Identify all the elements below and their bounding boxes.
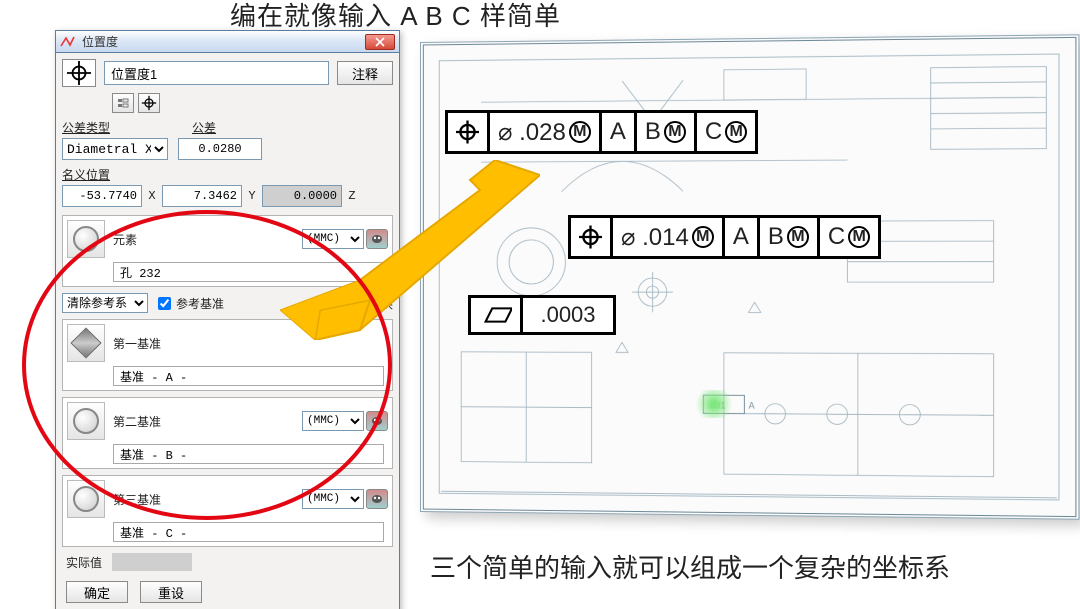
cs-transform-checkbox[interactable]: 坐标变换 bbox=[323, 294, 393, 313]
blueprint-drawing: .001 A bbox=[420, 34, 1079, 519]
datum1-name-input[interactable] bbox=[113, 366, 384, 386]
datum2-options-button[interactable] bbox=[366, 411, 388, 431]
close-button[interactable] bbox=[365, 34, 395, 50]
element-name-input[interactable] bbox=[113, 262, 384, 282]
fcf-position-1: ⌀ .028M A BM CM bbox=[445, 110, 758, 154]
titlebar: 位置度 bbox=[56, 31, 399, 53]
mmc-modifier-icon: M bbox=[848, 226, 870, 248]
toolbar-position-icon[interactable] bbox=[138, 93, 160, 113]
tolerance-type-label: 公差类型 bbox=[62, 119, 182, 136]
position-symbol-icon bbox=[448, 113, 490, 151]
dialog-title: 位置度 bbox=[82, 33, 365, 50]
datum2-frame: 第二基准 (MMC) bbox=[62, 397, 393, 469]
datum3-frame: 第三基准 (MMC) bbox=[62, 475, 393, 547]
fcf3-value-cell: .0003 bbox=[523, 298, 613, 332]
clear-reference-select[interactable]: 清除参考系 bbox=[62, 293, 148, 313]
circle-icon bbox=[73, 408, 99, 434]
fcf2-tolerance-cell: ⌀ .014M bbox=[613, 218, 725, 256]
actual-value-box bbox=[112, 553, 192, 571]
tolerance-value-input[interactable] bbox=[178, 138, 262, 160]
position-symbol-icon bbox=[571, 218, 613, 256]
mmc-modifier-icon: M bbox=[692, 226, 714, 248]
reference-datum-checkbox[interactable]: 参考基准 bbox=[154, 294, 224, 313]
x-input[interactable] bbox=[62, 185, 142, 207]
datum3-icon-button[interactable] bbox=[67, 480, 105, 518]
datum3-name-input[interactable] bbox=[113, 522, 384, 542]
fcf2-datum-b: BM bbox=[760, 218, 820, 256]
datum2-name-input[interactable] bbox=[113, 444, 384, 464]
green-highlight bbox=[692, 390, 736, 418]
mmc-modifier-icon: M bbox=[787, 226, 809, 248]
datum1-title: 第一基准 bbox=[113, 335, 388, 352]
fcf2-datum-a: A bbox=[725, 218, 760, 256]
element-mmc-select[interactable]: (MMC) bbox=[302, 229, 364, 249]
datum2-title: 第二基准 bbox=[113, 413, 302, 430]
caption-top-fragment: 编在就像输入 A B C 样简单 bbox=[230, 0, 561, 33]
y-input[interactable] bbox=[162, 185, 242, 207]
ok-button[interactable]: 确定 bbox=[66, 581, 128, 603]
nominal-label: 名义位置 bbox=[62, 166, 393, 183]
position-symbol-button[interactable] bbox=[62, 59, 96, 87]
datum3-options-button[interactable] bbox=[366, 489, 388, 509]
x-axis-label: X bbox=[146, 189, 158, 203]
fcf-position-2: ⌀ .014M A BM CM bbox=[568, 215, 881, 259]
fcf1-datum-b: BM bbox=[637, 113, 697, 151]
actual-value-label: 实际值 bbox=[66, 554, 102, 571]
annotate-button[interactable]: 注释 bbox=[337, 61, 393, 85]
datum1-icon-button[interactable] bbox=[67, 324, 105, 362]
position-dialog: 位置度 注释 bbox=[55, 30, 400, 609]
datum2-mmc-select[interactable]: (MMC) bbox=[302, 411, 364, 431]
datum3-mmc-select[interactable]: (MMC) bbox=[302, 489, 364, 509]
element-icon-button[interactable] bbox=[67, 220, 105, 258]
fcf2-datum-c: CM bbox=[820, 218, 878, 256]
element-label: 元素 bbox=[113, 231, 302, 248]
datum1-frame: 第一基准 bbox=[62, 319, 393, 391]
reset-button[interactable]: 重设 bbox=[140, 581, 202, 603]
mmc-modifier-icon: M bbox=[725, 121, 747, 143]
fcf1-tolerance-cell: ⌀ .028M bbox=[490, 113, 602, 151]
mmc-modifier-icon: M bbox=[664, 121, 686, 143]
position-name-input[interactable] bbox=[104, 61, 329, 85]
fcf1-datum-a: A bbox=[602, 113, 637, 151]
flatness-symbol-icon bbox=[471, 298, 523, 332]
y-axis-label: Y bbox=[246, 189, 258, 203]
fcf-flatness: .0003 bbox=[468, 295, 616, 335]
toolbar-icon-1[interactable] bbox=[112, 93, 134, 113]
circle-icon bbox=[73, 486, 99, 512]
svg-text:A: A bbox=[748, 400, 754, 410]
caption-bottom: 三个简单的输入就可以组成一个复杂的坐标系 bbox=[430, 548, 950, 585]
z-axis-label: Z bbox=[346, 189, 358, 203]
datum3-title: 第三基准 bbox=[113, 491, 302, 508]
z-input[interactable] bbox=[262, 185, 342, 207]
element-frame: 元素 (MMC) bbox=[62, 215, 393, 287]
app-icon bbox=[60, 36, 76, 48]
tolerance-type-select[interactable]: Diametral XY bbox=[62, 138, 168, 160]
diamond-icon bbox=[70, 327, 101, 358]
tolerance-label: 公差 bbox=[192, 119, 216, 136]
circle-icon bbox=[73, 226, 99, 252]
datum2-icon-button[interactable] bbox=[67, 402, 105, 440]
fcf1-datum-c: CM bbox=[697, 113, 755, 151]
mmc-modifier-icon: M bbox=[569, 121, 591, 143]
element-options-button[interactable] bbox=[366, 229, 388, 249]
